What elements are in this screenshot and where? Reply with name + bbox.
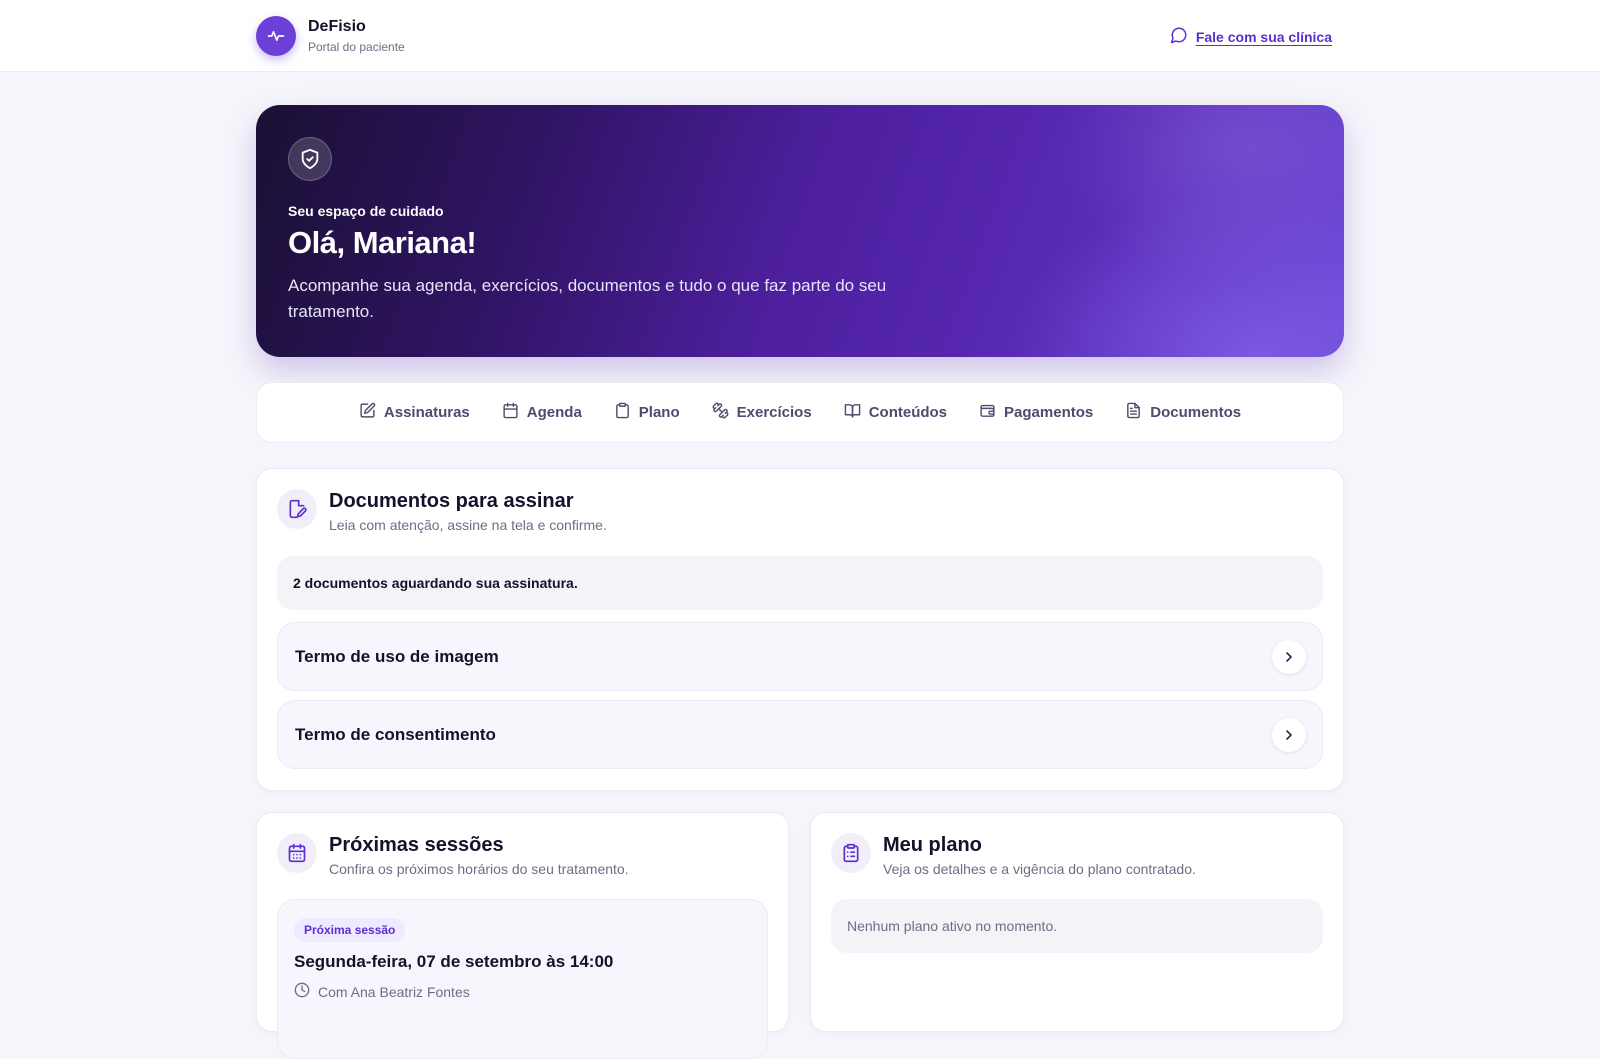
documents-to-sign-card: Documentos para assinar Leia com atenção… [256, 468, 1344, 791]
chevron-right-icon[interactable] [1272, 717, 1306, 752]
contact-clinic-label: Fale com sua clínica [1195, 28, 1332, 45]
chevron-right-icon[interactable] [1272, 639, 1306, 674]
tab-documentos[interactable]: Documentos [1125, 402, 1241, 423]
tab-exercicios[interactable]: Exercícios [712, 402, 812, 423]
card-subtitle: Leia com atenção, assine na tela e confi… [329, 517, 607, 533]
card-title: Meu plano [883, 834, 982, 856]
wallet-icon [979, 402, 996, 423]
tab-plano[interactable]: Plano [614, 402, 680, 423]
next-session[interactable]: Próxima sessão Segunda-feira, 07 de sete… [277, 899, 768, 1059]
signature-icon [277, 489, 317, 529]
my-plan-card: Meu plano Veja os detalhes e a vigência … [810, 812, 1344, 1032]
card-subtitle: Veja os detalhes e a vigência do plano c… [883, 861, 1196, 877]
tab-label: Conteúdos [868, 404, 948, 421]
dumbbell-icon [712, 402, 729, 423]
pulse-icon [256, 16, 296, 56]
tab-assinaturas[interactable]: Assinaturas [359, 402, 470, 423]
brand-name: DeFisio [308, 18, 366, 35]
hero-title: Olá, Mariana! [288, 225, 477, 260]
no-active-plan-message: Nenhum plano ativo no momento. [831, 899, 1323, 953]
hero-eyebrow: Seu espaço de cuidado [288, 203, 444, 219]
next-session-datetime: Segunda-feira, 07 de setembro às 14:00 [294, 952, 614, 971]
document-name: Termo de consentimento [295, 724, 496, 744]
contact-clinic-link[interactable]: Fale com sua clínica [1170, 26, 1332, 47]
hero-description: Acompanhe sua agenda, exercícios, docume… [288, 276, 887, 321]
next-session-professional: Com Ana Beatriz Fontes [318, 983, 470, 1000]
book-icon [844, 402, 861, 423]
upcoming-sessions-card: Próximas sessões Confira os próximos hor… [256, 812, 789, 1059]
signature-icon [359, 402, 376, 423]
document-name: Termo de uso de imagem [295, 646, 499, 666]
tab-label: Exercícios [736, 404, 812, 421]
clipboard-icon [614, 402, 631, 423]
top-bar: DeFisio Portal do paciente Fale com sua … [0, 0, 1600, 72]
file-icon [1125, 402, 1142, 423]
document-row[interactable]: Termo de consentimento [277, 700, 1323, 769]
clipboard-icon [831, 833, 871, 873]
tab-label: Assinaturas [383, 404, 470, 421]
tab-pagamentos[interactable]: Pagamentos [979, 402, 1093, 423]
document-row[interactable]: Termo de uso de imagem [277, 622, 1323, 691]
clock-icon [294, 982, 310, 1001]
card-title: Documentos para assinar [329, 490, 574, 512]
pending-signatures-notice: 2 documentos aguardando sua assinatura. [277, 556, 1323, 610]
tab-conteudos[interactable]: Conteúdos [844, 402, 947, 423]
tab-label: Agenda [526, 404, 582, 421]
card-title: Próximas sessões [329, 834, 504, 856]
brand-subtitle: Portal do paciente [308, 40, 405, 54]
welcome-hero: Seu espaço de cuidado Olá, Mariana! Acom… [256, 105, 1344, 357]
calendar-icon [277, 833, 317, 873]
next-session-professional-row: Com Ana Beatriz Fontes [294, 982, 470, 1001]
shield-check-icon [288, 137, 332, 181]
tab-label: Plano [638, 404, 680, 421]
tab-label: Pagamentos [1004, 404, 1094, 421]
chat-bubble-icon [1170, 26, 1188, 47]
card-subtitle: Confira os próximos horários do seu trat… [329, 861, 629, 877]
brand[interactable]: DeFisio Portal do paciente [256, 16, 405, 56]
tab-agenda[interactable]: Agenda [502, 402, 582, 423]
section-tabs: Assinaturas Agenda Plano Exercícios Cont… [256, 382, 1344, 443]
calendar-icon [502, 402, 519, 423]
tab-label: Documentos [1150, 404, 1242, 421]
next-session-badge: Próxima sessão [294, 918, 406, 942]
